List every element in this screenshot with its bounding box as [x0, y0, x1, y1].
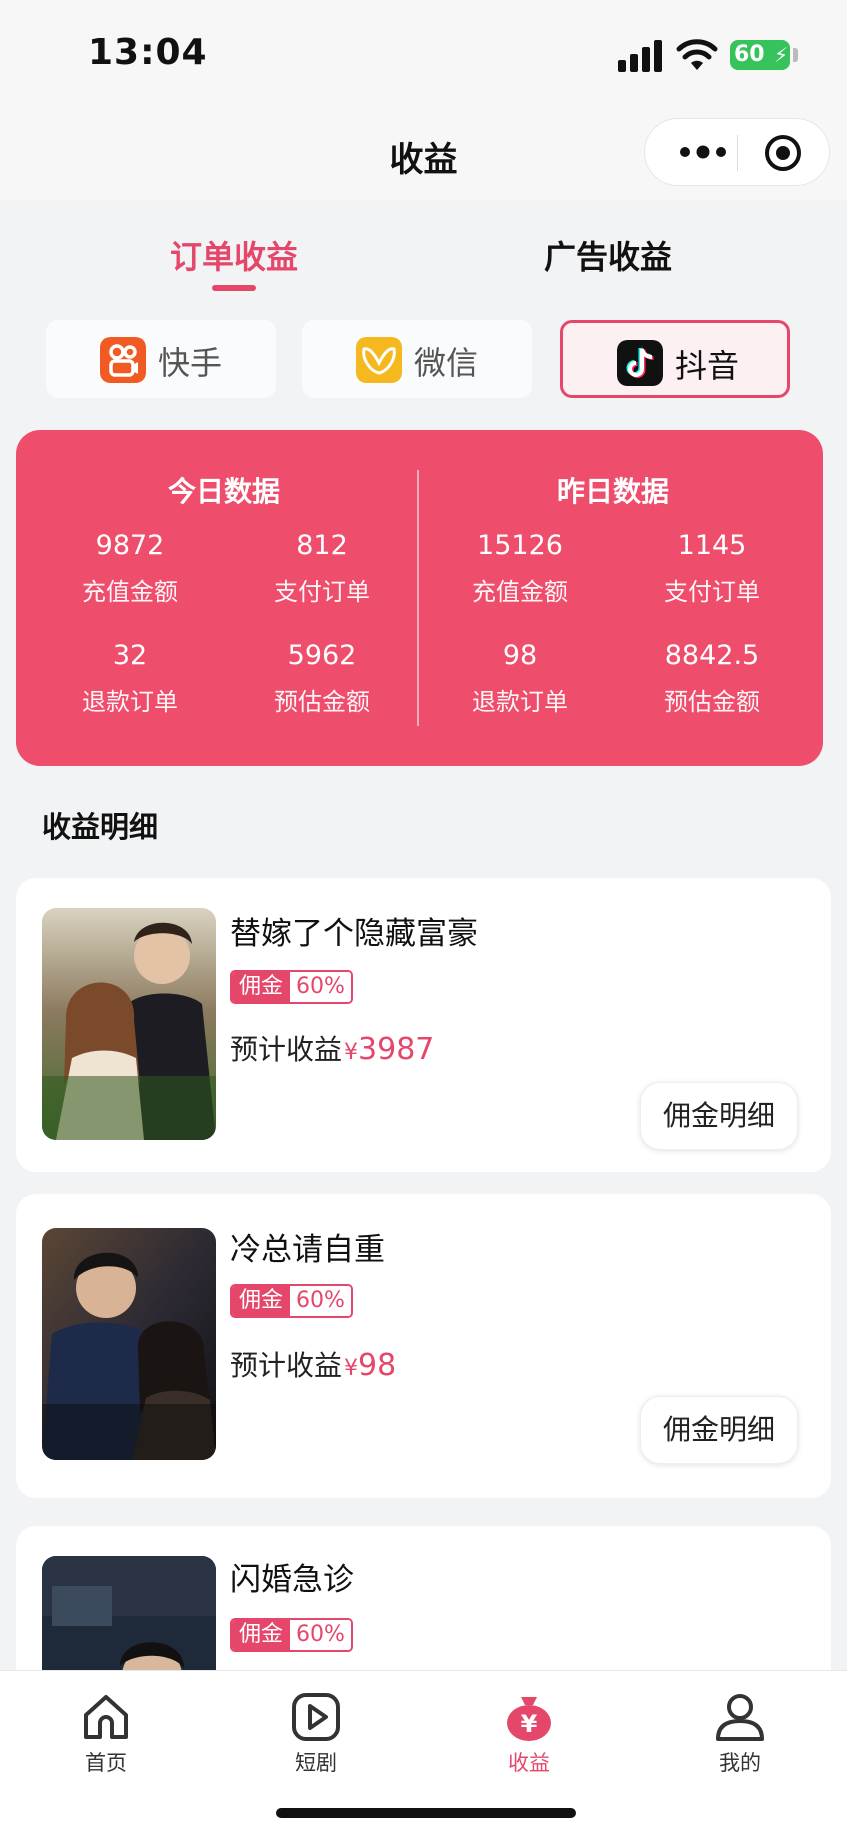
currency-symbol: ¥: [344, 1356, 359, 1381]
home-icon: [84, 1695, 128, 1739]
drama-title: 替嫁了个隐藏富豪: [230, 916, 478, 952]
yesterday-refund-orders-value: 98: [502, 640, 538, 671]
today-estimated-label: 预估金额: [274, 688, 370, 716]
battery-level: 60: [734, 42, 765, 67]
commission-detail-button[interactable]: 佣金明细: [640, 1396, 798, 1464]
platform-label: 抖音: [675, 347, 740, 385]
close-miniprogram-icon[interactable]: [763, 133, 803, 173]
earn-label: 预计收益: [230, 1349, 343, 1382]
battery-indicator: 60 ⚡: [730, 40, 798, 70]
yesterday-refund-orders-label: 退款订单: [472, 688, 568, 716]
yesterday-recharge-value: 15126: [477, 530, 563, 561]
today-recharge-value: 9872: [95, 530, 165, 561]
platform-kuaishou[interactable]: 快手: [46, 320, 276, 398]
active-tab-indicator: [212, 285, 256, 291]
earn-amount: 3987: [358, 1032, 435, 1067]
tabbar-item-mine[interactable]: 我的: [680, 1691, 800, 1777]
tab-ad-earnings[interactable]: 广告收益: [544, 232, 672, 278]
tabbar-label: 首页: [85, 1751, 127, 1775]
drama-card[interactable]: 冷总请自重 佣金 60% 预计收益¥98 佣金明细: [16, 1194, 831, 1498]
wifi-icon: [676, 39, 718, 70]
tabbar-label: 收益: [508, 1751, 550, 1775]
user-icon: [716, 1694, 764, 1741]
today-refund-orders-value: 32: [112, 640, 148, 671]
platform-douyin[interactable]: 抖音: [560, 320, 790, 398]
charging-bolt-icon: ⚡: [773, 43, 788, 67]
currency-symbol: ¥: [344, 1040, 359, 1065]
douyin-icon: [617, 340, 663, 386]
drama-title: 冷总请自重: [230, 1232, 385, 1268]
drama-title: 闪婚急诊: [230, 1562, 354, 1598]
platform-label: 微信: [414, 344, 479, 382]
yesterday-paid-orders-label: 支付订单: [664, 578, 760, 606]
section-title: 收益明细: [42, 810, 159, 844]
kuaishou-icon: [100, 337, 146, 383]
commission-tag: 佣金 60%: [230, 970, 353, 1004]
money-bag-icon: ¥: [507, 1697, 551, 1741]
commission-tag: 佣金 60%: [230, 1284, 353, 1318]
tab-order-earnings[interactable]: 订单收益: [170, 232, 298, 278]
commission-detail-button[interactable]: 佣金明细: [640, 1082, 798, 1150]
today-refund-orders-label: 退款订单: [82, 688, 178, 716]
yesterday-estimated-value: 8842.5: [664, 640, 760, 671]
earn-amount: 98: [358, 1348, 397, 1383]
commission-value: 60%: [290, 972, 351, 1002]
today-paid-orders-value: 812: [296, 530, 348, 561]
estimated-earnings: 预计收益¥3987: [230, 1028, 434, 1068]
yesterday-estimated-label: 预估金额: [664, 688, 760, 716]
svg-text:¥: ¥: [521, 1710, 538, 1738]
tabbar-label: 我的: [719, 1751, 761, 1775]
platform-label: 快手: [158, 344, 223, 382]
tabbar-label: 短剧: [295, 1751, 337, 1775]
tabbar-item-home[interactable]: 首页: [46, 1691, 166, 1777]
stats-card: 今日数据 9872 充值金额 812 支付订单 32 退款订单 5962 预估金…: [16, 430, 823, 766]
commission-tag: 佣金 60%: [230, 1618, 353, 1652]
cellular-signal-icon: [618, 40, 662, 72]
yesterday-paid-orders-value: 1145: [677, 530, 747, 561]
status-bar: 13:04 60 ⚡: [0, 0, 847, 110]
play-icon: [292, 1693, 340, 1741]
drama-poster-image: [42, 908, 216, 1140]
commission-key: 佣金: [232, 972, 291, 1002]
drama-card[interactable]: 替嫁了个隐藏富豪 佣金 60% 预计收益¥3987 佣金明细: [16, 878, 831, 1172]
more-options-icon[interactable]: [673, 137, 733, 167]
today-paid-orders-label: 支付订单: [274, 578, 370, 606]
nav-bar: 收益: [0, 110, 847, 200]
yesterday-data-title: 昨日数据: [556, 475, 669, 508]
yesterday-recharge-label: 充值金额: [472, 578, 568, 606]
estimated-earnings: 预计收益¥98: [230, 1344, 396, 1384]
drama-poster-image: [42, 1228, 216, 1460]
today-data-title: 今日数据: [167, 475, 280, 508]
commission-value: 60%: [290, 1286, 351, 1316]
mini-program-capsule: [644, 118, 830, 186]
commission-key: 佣金: [232, 1620, 291, 1650]
capsule-divider: [737, 135, 738, 171]
tabbar-item-short-drama[interactable]: 短剧: [256, 1691, 376, 1777]
status-time: 13:04: [88, 32, 208, 73]
today-estimated-value: 5962: [287, 640, 357, 671]
wechat-icon: [356, 337, 402, 383]
today-recharge-label: 充值金额: [82, 578, 178, 606]
platform-wechat[interactable]: 微信: [302, 320, 532, 398]
home-indicator: [276, 1808, 576, 1818]
tabbar-item-earnings[interactable]: ¥ 收益: [469, 1691, 589, 1777]
commission-key: 佣金: [232, 1286, 291, 1316]
commission-value: 60%: [290, 1620, 351, 1650]
earn-label: 预计收益: [230, 1033, 343, 1066]
